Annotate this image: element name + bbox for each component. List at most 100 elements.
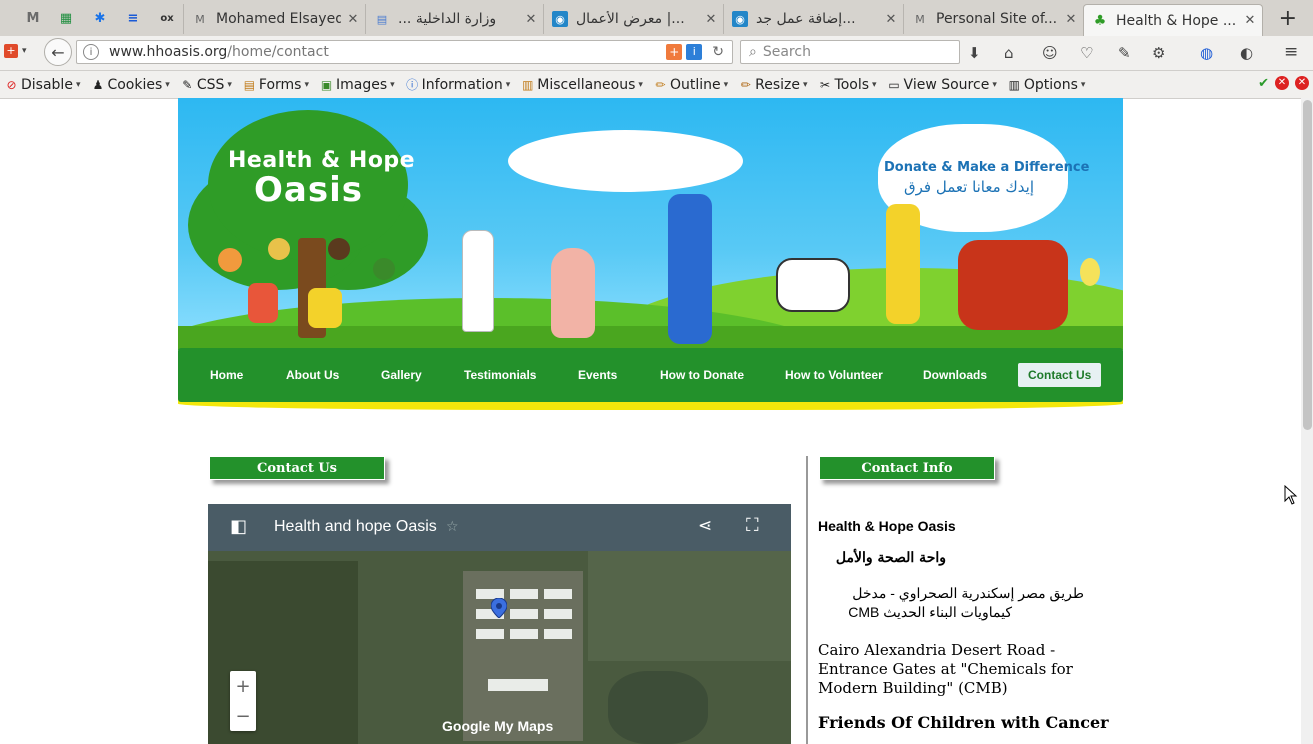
map-embed[interactable]: ◧ Health and hope Oasis ☆ ⋖ ⛶ + − Google…: [208, 504, 791, 744]
info-icon[interactable]: i: [83, 44, 99, 60]
close-tab-icon[interactable]: ✕: [879, 12, 903, 27]
dev-disable[interactable]: ⊘ Disable ▾: [4, 77, 80, 93]
extension-icon[interactable]: ⚙: [1152, 44, 1165, 62]
address-en-line1: Cairo Alexandria Desert Road -: [818, 641, 1056, 659]
menu-home[interactable]: Home: [210, 368, 243, 382]
tab-health-hope[interactable]: ♣ Health & Hope ... ✕: [1083, 4, 1263, 36]
gmail-icon: M: [26, 10, 40, 26]
menu-downloads[interactable]: Downloads: [923, 368, 987, 382]
menu-events[interactable]: Events: [578, 368, 617, 382]
character-duck: [1080, 258, 1100, 286]
download-icon[interactable]: ⬇: [968, 44, 981, 62]
donate-badge[interactable]: Donate & Make a Difference إيدك معانا تع…: [878, 128, 1089, 218]
m-icon: M: [915, 12, 925, 26]
chevron-down-icon: ▾: [802, 79, 808, 90]
browser-logo-icon[interactable]: ◍: [1200, 44, 1213, 62]
close-icon[interactable]: ✕: [1295, 76, 1309, 90]
pinned-tab-olx[interactable]: ox: [156, 7, 178, 29]
org-name-ar: واحة الصحة والأمل: [835, 550, 946, 566]
dev-resize[interactable]: ✏ Resize ▾: [738, 77, 808, 93]
addon-icon[interactable]: +: [666, 44, 683, 60]
dev-cookies[interactable]: ♟ Cookies ▾: [90, 77, 170, 93]
map-building: [544, 609, 572, 619]
zoom-in-button[interactable]: +: [230, 671, 256, 701]
google-my-maps-logo: Google My Maps: [442, 718, 554, 734]
map-building: [544, 629, 572, 639]
color-picker-icon[interactable]: ◐: [1240, 44, 1253, 62]
map-field: [608, 671, 708, 744]
tab-personal-site[interactable]: M Personal Site of... ✕: [903, 4, 1083, 34]
dev-css[interactable]: ✎ CSS ▾: [180, 77, 232, 93]
menu-gallery[interactable]: Gallery: [381, 368, 422, 382]
dev-view-source[interactable]: ▭ View Source ▾: [887, 77, 996, 93]
check-icon[interactable]: ✔: [1258, 76, 1269, 91]
menu-contact-us[interactable]: Contact Us: [1018, 363, 1102, 387]
url-bar[interactable]: i www.hhoasis.org/home/contact + i ↻: [76, 40, 733, 64]
character-girl: [886, 204, 920, 324]
scrollbar-thumb[interactable]: [1303, 100, 1312, 430]
location-pin-icon[interactable]: [491, 598, 507, 618]
chevron-down-icon: ▾: [390, 79, 395, 90]
dev-images[interactable]: ▣ Images ▾: [319, 77, 395, 93]
back-button[interactable]: ←: [44, 38, 72, 66]
zoom-out-button[interactable]: −: [230, 701, 256, 731]
character-horse: [958, 240, 1068, 330]
search-input[interactable]: ⌕ Search: [740, 40, 960, 64]
donate-text-en: Donate & Make a Difference: [884, 160, 1090, 175]
pocket-icon[interactable]: ♡: [1080, 44, 1093, 62]
smiley-icon[interactable]: ☺: [1042, 44, 1058, 62]
tab-portfolio[interactable]: ◉ معرض الأعمال |... ✕: [543, 4, 723, 34]
new-tab-button[interactable]: +: [1279, 6, 1297, 31]
kid-figure: [328, 238, 350, 260]
logo-subtitle: Oasis: [254, 170, 363, 210]
home-icon[interactable]: ⌂: [1004, 44, 1014, 62]
close-tab-icon[interactable]: ✕: [699, 12, 723, 27]
menu-about-us[interactable]: About Us: [286, 368, 339, 382]
menu-how-to-volunteer[interactable]: How to Volunteer: [785, 368, 883, 382]
forms-icon: ▤: [243, 77, 256, 92]
star-icon[interactable]: ☆: [446, 519, 459, 535]
cloud-center: [508, 130, 743, 192]
information-icon: ⓘ: [406, 78, 419, 92]
address-en-line2: Entrance Gates at "Chemicals for: [818, 660, 1073, 678]
pinned-tab-docs[interactable]: ≡: [122, 7, 144, 29]
dev-tools[interactable]: ✂ Tools ▾: [818, 77, 877, 93]
dev-information[interactable]: ⓘ Information ▾: [405, 76, 511, 93]
close-tab-icon[interactable]: ✕: [1059, 12, 1083, 27]
dev-options[interactable]: ▥ Options ▾: [1007, 77, 1086, 93]
menu-how-to-donate[interactable]: How to Donate: [660, 368, 744, 382]
pen-icon[interactable]: ✎: [1118, 44, 1131, 62]
tab-mohamed[interactable]: M Mohamed Elsayed ... ✕: [183, 4, 365, 34]
olx-icon: ox: [160, 12, 174, 24]
share-icon[interactable]: ⋖: [698, 516, 712, 536]
satellite-map[interactable]: [208, 551, 791, 744]
tab-add-work[interactable]: ◉ إضافة عمل جد... ✕: [723, 4, 903, 34]
info-addon-icon[interactable]: i: [686, 44, 703, 60]
dev-forms[interactable]: ▤ Forms ▾: [242, 77, 309, 93]
site-header: Health & Hope Oasis Donate & Make a Diff…: [178, 98, 1123, 418]
pinned-tab-sheets[interactable]: ▦: [55, 7, 77, 29]
address-en-line3: Modern Building" (CMB): [818, 679, 1008, 697]
error-icon[interactable]: ✕: [1275, 76, 1289, 90]
chevron-down-icon: ▾: [505, 79, 511, 90]
reload-icon[interactable]: ↻: [712, 44, 724, 60]
pinned-tab-gmail[interactable]: M: [22, 7, 44, 29]
hamburger-menu-icon[interactable]: ≡: [1284, 42, 1298, 62]
map-header: ◧ Health and hope Oasis ☆ ⋖ ⛶: [208, 504, 791, 551]
pinned-tab-asterisk[interactable]: ✱: [89, 7, 111, 29]
dev-outline[interactable]: ✏ Outline ▾: [653, 77, 728, 93]
addon-plus-icon[interactable]: +: [4, 44, 18, 58]
close-tab-icon[interactable]: ✕: [1238, 13, 1262, 28]
map-legend-icon[interactable]: ◧: [230, 516, 247, 537]
asterisk-icon: ✱: [94, 10, 106, 26]
map-building: [488, 679, 548, 691]
dev-miscellaneous[interactable]: ▥ Miscellaneous ▾: [520, 77, 643, 93]
tab-ministry[interactable]: ▤ ... وزارة الداخلية ✕: [365, 4, 543, 34]
fullscreen-icon[interactable]: ⛶: [746, 515, 759, 536]
close-tab-icon[interactable]: ✕: [519, 12, 543, 27]
search-icon: ⌕: [749, 44, 757, 60]
chevron-down-icon[interactable]: ▾: [22, 46, 27, 56]
menu-testimonials[interactable]: Testimonials: [464, 368, 536, 382]
map-building: [476, 629, 504, 639]
close-tab-icon[interactable]: ✕: [341, 12, 365, 27]
